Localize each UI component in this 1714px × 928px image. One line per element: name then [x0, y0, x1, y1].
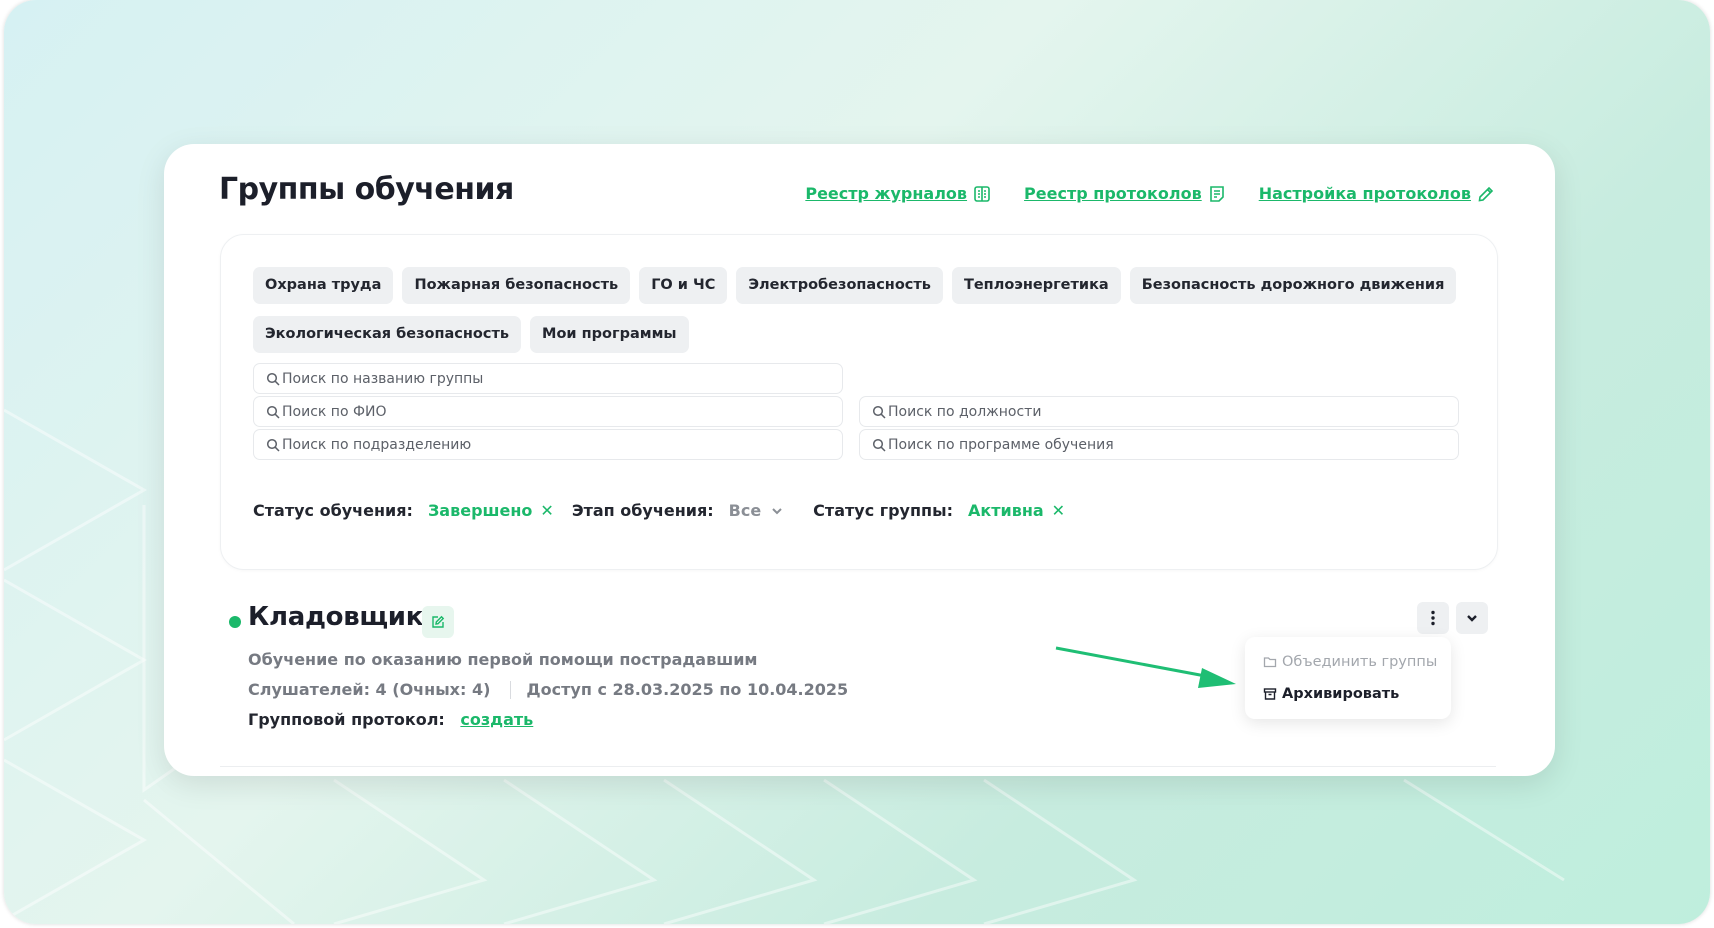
group-status-label: Статус группы: — [813, 501, 953, 520]
training-stage-value[interactable]: Все — [729, 501, 762, 520]
chip-heat-power[interactable]: Теплоэнергетика — [951, 267, 1121, 304]
journal-registry-label: Реестр журналов — [805, 184, 968, 203]
document-icon — [1209, 185, 1224, 202]
pencil-icon — [1478, 186, 1494, 201]
search-group-name-input[interactable] — [282, 370, 822, 387]
edit-icon — [432, 615, 445, 628]
journal-icon — [974, 185, 990, 202]
edit-group-button[interactable] — [422, 606, 454, 638]
group-protocol: Групповой протокол: создать — [248, 710, 533, 729]
group-protocol-label: Групповой протокол: — [248, 710, 445, 729]
journal-registry-link[interactable]: Реестр журналов — [805, 184, 991, 203]
merge-groups-menu-item[interactable]: Объединить группы — [1263, 654, 1437, 670]
folder-icon — [1263, 657, 1277, 668]
group-title: Кладовщики — [248, 602, 441, 632]
search-position-input[interactable] — [888, 403, 1428, 420]
training-status-value[interactable]: Завершено — [428, 501, 532, 520]
group-listeners: Слушателей: 4 (Очных: 4) — [248, 680, 491, 699]
chip-civil-defense[interactable]: ГО и ЧС — [639, 267, 728, 304]
archive-label: Архивировать — [1282, 686, 1400, 702]
remove-group-status-icon[interactable]: ✕ — [1052, 501, 1065, 520]
chip-my-programs[interactable]: Мои программы — [530, 316, 689, 353]
search-department-input[interactable] — [282, 436, 822, 453]
groups-card: Группы обучения Реестр журналов Реестр п… — [164, 144, 1555, 776]
chip-fire-safety[interactable]: Пожарная безопасность — [402, 267, 631, 304]
search-icon — [266, 438, 280, 452]
protocol-registry-label: Реестр протоколов — [1024, 184, 1202, 203]
expand-group-button[interactable] — [1456, 602, 1488, 634]
page-title: Группы обучения — [219, 172, 514, 207]
search-program — [859, 429, 1459, 460]
pointer-arrow — [1055, 646, 1236, 688]
merge-groups-label: Объединить группы — [1282, 654, 1438, 670]
chip-labor-safety[interactable]: Охрана труда — [253, 267, 394, 304]
actions-menu: Объединить группы Архивировать — [1245, 637, 1451, 719]
chip-ecological-safety[interactable]: Экологическая безопасность — [253, 316, 522, 353]
more-vertical-icon — [1431, 610, 1435, 626]
training-stage-label: Этап обучения: — [571, 501, 714, 520]
search-icon — [872, 438, 886, 452]
chevron-down-icon — [1467, 615, 1477, 622]
search-fio — [253, 396, 843, 427]
meta-separator — [510, 680, 512, 699]
protocol-settings-link[interactable]: Настройка протоколов — [1259, 184, 1495, 203]
archive-menu-item[interactable]: Архивировать — [1263, 686, 1399, 702]
chip-road-safety[interactable]: Безопасность дорожного движения — [1129, 267, 1457, 304]
top-links: Реестр журналов Реестр протоколов Настро… — [805, 184, 1495, 203]
search-icon — [266, 372, 280, 386]
filter-panel: Охрана труда Пожарная безопасность ГО и … — [220, 234, 1498, 570]
status-dot — [229, 616, 241, 628]
search-fio-input[interactable] — [282, 403, 822, 420]
search-icon — [266, 405, 280, 419]
search-department — [253, 429, 843, 460]
more-actions-button[interactable] — [1417, 602, 1449, 634]
search-position — [859, 396, 1459, 427]
status-filters: Статус обучения: Завершено ✕ Этап обучен… — [253, 501, 1083, 520]
protocol-registry-link[interactable]: Реестр протоколов — [1024, 184, 1226, 203]
category-chips: Охрана труда Пожарная безопасность ГО и … — [253, 267, 1473, 353]
archive-icon — [1263, 688, 1277, 700]
search-program-input[interactable] — [888, 436, 1428, 453]
training-status-label: Статус обучения: — [253, 501, 413, 520]
remove-training-status-icon[interactable]: ✕ — [540, 501, 553, 520]
group-divider — [220, 766, 1496, 767]
group-meta: Слушателей: 4 (Очных: 4) Доступ с 28.03.… — [248, 680, 848, 699]
search-icon — [872, 405, 886, 419]
create-protocol-link[interactable]: создать — [460, 710, 533, 729]
screenshot-frame: Группы обучения Реестр журналов Реестр п… — [4, 0, 1710, 924]
group-status-value[interactable]: Активна — [968, 501, 1044, 520]
protocol-settings-label: Настройка протоколов — [1258, 184, 1471, 203]
group-program: Обучение по оказанию первой помощи постр… — [248, 650, 758, 669]
group-access: Доступ с 28.03.2025 по 10.04.2025 — [526, 680, 849, 699]
search-group-name — [253, 363, 843, 394]
chevron-down-icon[interactable] — [771, 505, 783, 517]
chip-electrical-safety[interactable]: Электробезопасность — [736, 267, 943, 304]
